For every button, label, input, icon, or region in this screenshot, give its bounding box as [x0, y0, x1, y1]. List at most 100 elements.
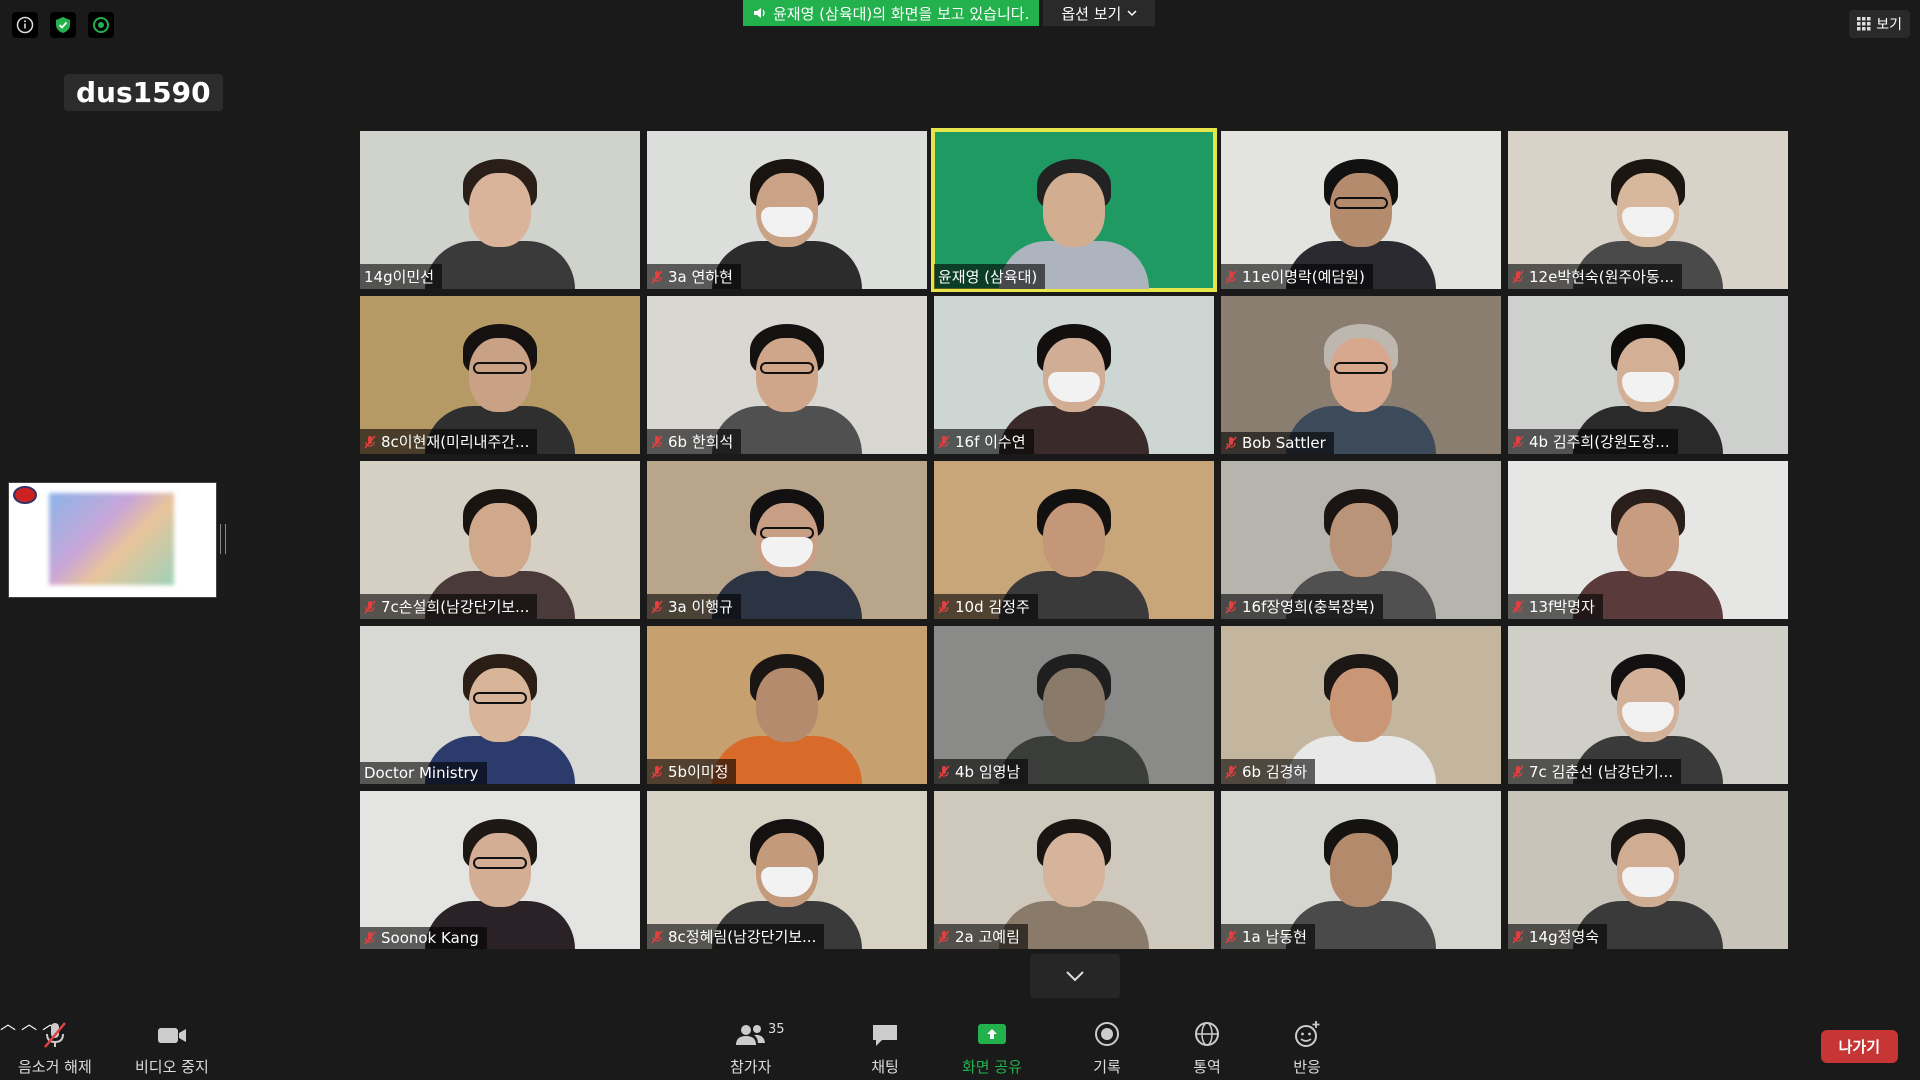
participant-name-label: 16f장영희(충북장복)	[1221, 594, 1383, 619]
resize-handle[interactable]	[220, 524, 226, 554]
view-options-dropdown[interactable]: 옵션 보기	[1043, 0, 1156, 26]
participant-tile[interactable]: 6b 한희석	[647, 296, 927, 454]
participant-name-label: 12e박현숙(원주아동...	[1508, 264, 1683, 289]
share-notice-text: 윤재영 (삼육대)의 화면을 보고 있습니다.	[773, 4, 1030, 23]
audio-options-caret[interactable]: ︿	[0, 1014, 16, 1033]
participant-tile[interactable]: 10d 김정주	[934, 461, 1214, 619]
mic-muted-icon	[364, 600, 376, 613]
participant-tile[interactable]: Bob Sattler	[1221, 296, 1501, 454]
info-icon[interactable]	[12, 12, 38, 38]
participant-tile[interactable]: 5b이미정	[647, 626, 927, 784]
share-screen-button[interactable]: 화면 공유	[962, 1020, 1022, 1077]
share-notice: 윤재영 (삼육대)의 화면을 보고 있습니다.	[743, 0, 1040, 26]
chevron-down-icon	[1066, 971, 1084, 982]
share-screen-icon	[977, 1024, 1006, 1044]
screen-share-banner: 윤재영 (삼육대)의 화면을 보고 있습니다. 옵션 보기	[743, 0, 1156, 26]
interpretation-label: 통역	[1193, 1058, 1221, 1076]
interpretation-button[interactable]: 통역	[1192, 1020, 1222, 1077]
participant-name: 3a 이행규	[668, 598, 733, 616]
participant-name-label: 3a 연하현	[647, 264, 741, 289]
participant-tile[interactable]: 14g이민선	[360, 131, 640, 289]
participant-tile[interactable]: 16f장영희(충북장복)	[1221, 461, 1501, 619]
participants-count: 35	[768, 1022, 785, 1037]
participant-name-label: 8c정혜림(남강단기보...	[647, 924, 825, 949]
participant-tile[interactable]: 7c손설희(남강단기보...	[360, 461, 640, 619]
participant-name: Doctor Ministry	[364, 764, 479, 782]
participants-button[interactable]: 35 참가자	[730, 1020, 785, 1077]
participant-tile[interactable]: 8c정혜림(남강단기보...	[647, 791, 927, 949]
meeting-status-icons	[12, 12, 114, 38]
record-button[interactable]: 기록	[1092, 1020, 1122, 1077]
leave-button[interactable]: 나가기	[1820, 1030, 1898, 1063]
participant-tile[interactable]: 8c이현재(미리내주간...	[360, 296, 640, 454]
mic-muted-icon	[651, 435, 663, 448]
shield-icon[interactable]	[50, 12, 76, 38]
reactions-button[interactable]: 반응	[1292, 1020, 1322, 1077]
participant-tile[interactable]: 6b 김경하	[1221, 626, 1501, 784]
participant-name-label: 1a 남동현	[1221, 924, 1315, 949]
mic-muted-icon	[1512, 765, 1524, 778]
view-button-label: 보기	[1876, 17, 1902, 33]
participant-tile[interactable]: Soonok Kang	[360, 791, 640, 949]
participant-name-label: 11e이명락(예담원)	[1221, 264, 1373, 289]
participant-tile[interactable]: 7c 김춘선 (남강단기...	[1508, 626, 1788, 784]
share-badge-icon	[13, 486, 37, 504]
mic-muted-icon	[1225, 436, 1237, 450]
participant-name: 1a 남동현	[1242, 928, 1307, 946]
participants-label: 참가자	[730, 1058, 772, 1076]
participant-name-label: 2a 고예림	[934, 924, 1028, 949]
mic-muted-icon	[1512, 600, 1524, 613]
participant-name-label: 4b 김주희(강원도장...	[1508, 429, 1678, 454]
mic-muted-icon	[938, 930, 950, 943]
participant-tile[interactable]: 12e박현숙(원주아동...	[1508, 131, 1788, 289]
participant-tile[interactable]: 윤재영 (삼육대)	[931, 128, 1217, 292]
participants-icon	[735, 1025, 765, 1045]
participant-tile[interactable]: 16f 이수연	[934, 296, 1214, 454]
participant-tile[interactable]: 4b 임영남	[934, 626, 1214, 784]
participant-name-label: 14g정영숙	[1508, 924, 1608, 949]
participant-tile[interactable]: 3a 이행규	[647, 461, 927, 619]
video-gallery: 14g이민선 3a 연하현 윤재영 (삼육대) 11e이명락(예담원) 12e박현숙(원…	[360, 128, 1790, 949]
participant-tile[interactable]: 2a 고예림	[934, 791, 1214, 949]
participant-tile[interactable]: 3a 연하현	[647, 131, 927, 289]
participant-name: Bob Sattler	[1242, 434, 1326, 452]
participant-name: 6b 김경하	[1242, 763, 1308, 781]
participant-name-label: 16f 이수연	[934, 429, 1034, 454]
participant-tile[interactable]: 4b 김주희(강원도장...	[1508, 296, 1788, 454]
globe-icon	[1195, 1022, 1219, 1046]
participant-name: 4b 김주희(강원도장...	[1529, 433, 1670, 451]
chat-button[interactable]: 채팅	[870, 1020, 900, 1077]
emoji-add-icon	[1295, 1021, 1320, 1047]
participant-name-label: 5b이미정	[647, 759, 737, 784]
participant-name: 윤재영 (삼육대)	[938, 268, 1038, 286]
participant-name-label: 6b 김경하	[1221, 759, 1316, 784]
mic-muted-icon	[1225, 765, 1237, 778]
mic-muted-icon	[651, 930, 663, 943]
grid-icon	[1857, 17, 1871, 31]
participant-name: 8c이현재(미리내주간...	[381, 433, 530, 451]
shared-screen-thumbnail[interactable]	[8, 482, 217, 598]
participant-tile[interactable]: 14g정영숙	[1508, 791, 1788, 949]
participant-name: 2a 고예림	[955, 928, 1020, 946]
view-button[interactable]: 보기	[1849, 10, 1910, 38]
participant-tile[interactable]: 13f박명자	[1508, 461, 1788, 619]
meeting-toolbar: 음소거 해제 ︿ 비디오 중지 ︿ 35 참가자 ︿ 채팅 화면 공유 기록 통…	[0, 1010, 1920, 1080]
participant-name-label: 14g이민선	[360, 264, 443, 289]
stop-video-label: 비디오 중지	[135, 1058, 209, 1076]
participant-tile[interactable]: 11e이명락(예담원)	[1221, 131, 1501, 289]
mic-muted-icon	[1512, 435, 1524, 448]
unmute-button[interactable]: 음소거 해제	[18, 1020, 92, 1077]
view-options-label: 옵션 보기	[1061, 4, 1122, 23]
participant-tile[interactable]: 1a 남동현	[1221, 791, 1501, 949]
scroll-down-button[interactable]	[1030, 954, 1120, 998]
participant-name-label: Bob Sattler	[1221, 432, 1334, 454]
mic-muted-icon	[1512, 930, 1524, 943]
share-screen-label: 화면 공유	[962, 1058, 1022, 1076]
recording-icon[interactable]	[88, 12, 114, 38]
participant-tile[interactable]: Doctor Ministry	[360, 626, 640, 784]
stop-video-button[interactable]: 비디오 중지	[135, 1020, 209, 1077]
participant-name: 6b 한희석	[668, 433, 734, 451]
participant-name: 12e박현숙(원주아동...	[1529, 268, 1675, 286]
shared-screen-preview	[49, 493, 174, 585]
mic-muted-icon	[1225, 930, 1237, 943]
